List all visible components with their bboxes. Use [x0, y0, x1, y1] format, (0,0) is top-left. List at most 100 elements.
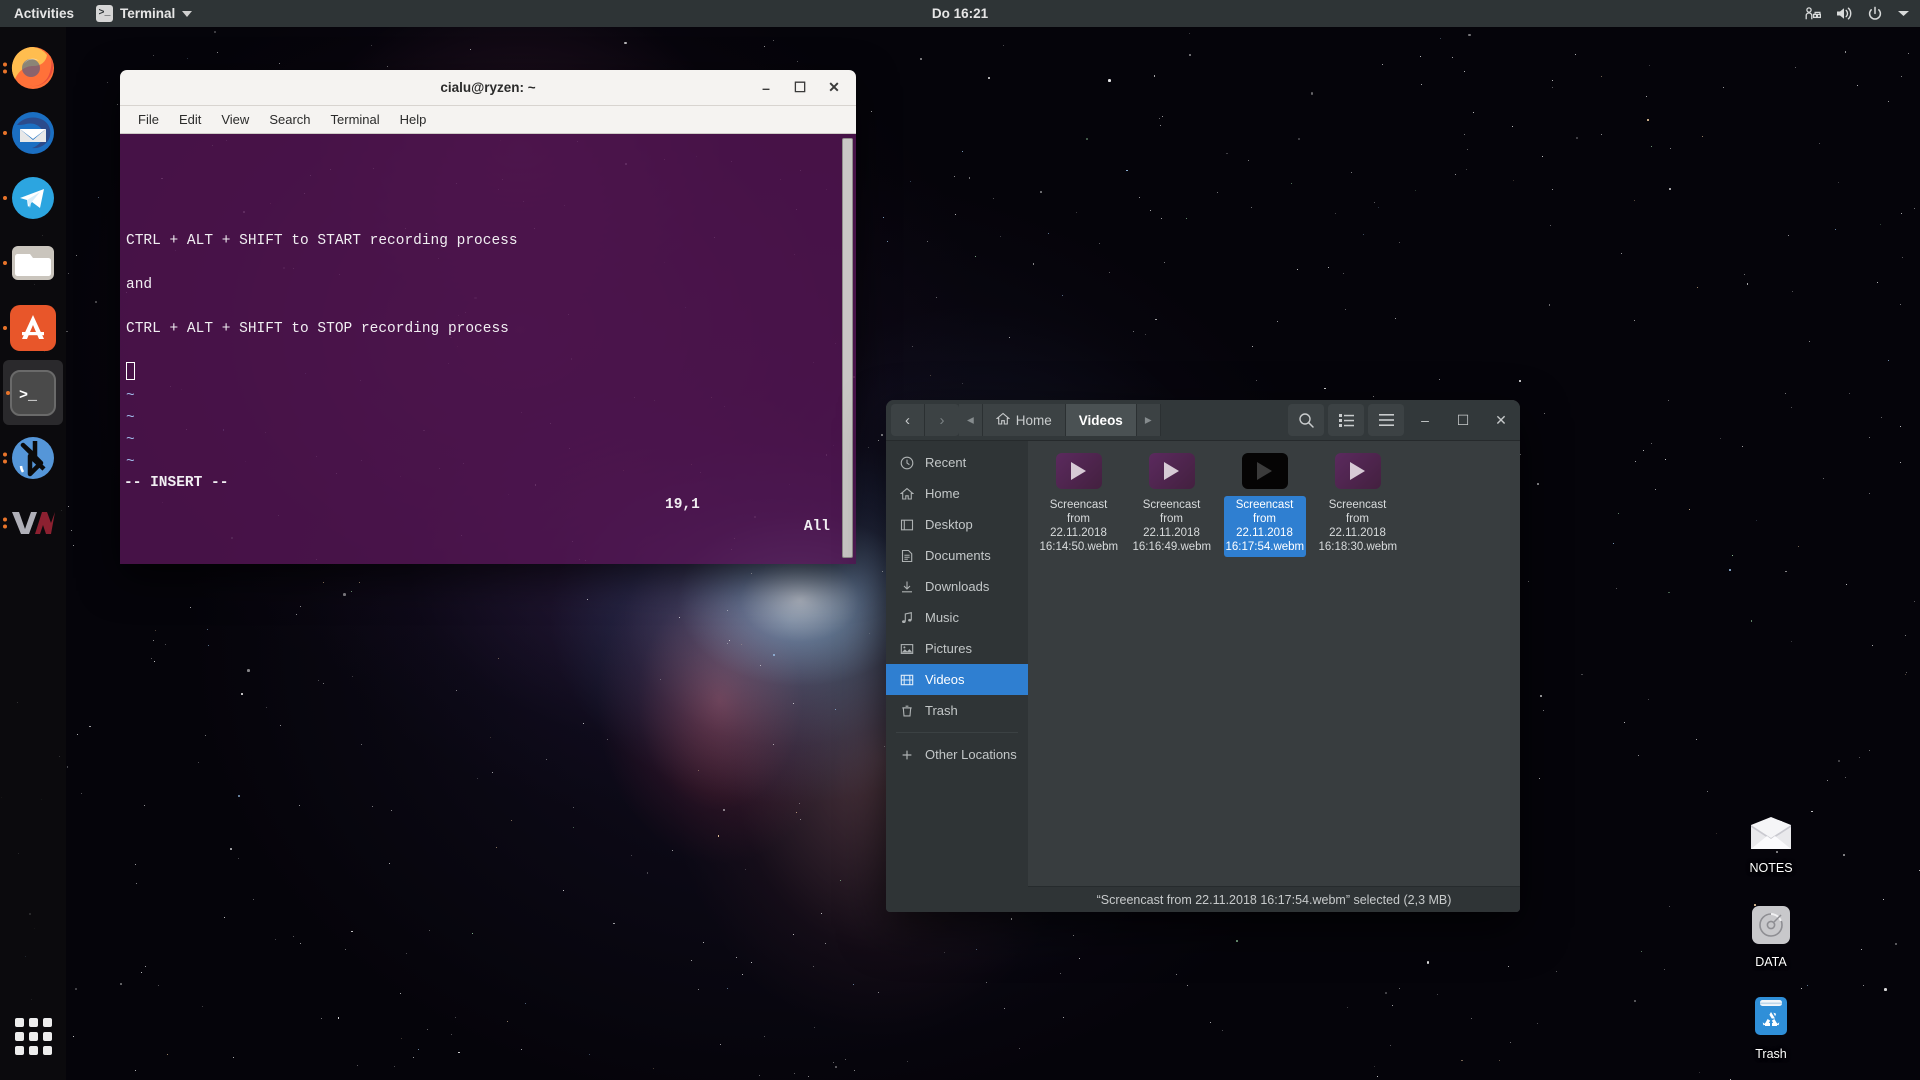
chevron-down-icon: [182, 10, 193, 17]
desktop-icon-data[interactable]: DATA: [1723, 905, 1819, 969]
terminal-maximize-button[interactable]: ☐: [784, 74, 816, 102]
menu-item-file[interactable]: File: [128, 109, 169, 130]
terminal-scrollbar[interactable]: [842, 138, 853, 558]
navigation-buttons: ‹ ›: [891, 404, 959, 436]
menu-item-edit[interactable]: Edit: [169, 109, 211, 130]
desktop-icon-label: NOTES: [1749, 861, 1793, 875]
volume-icon[interactable]: [1835, 6, 1853, 21]
desktop-icon-notes[interactable]: NOTES: [1723, 815, 1819, 875]
back-button[interactable]: ‹: [891, 404, 925, 436]
status-bar: “Screencast from 22.11.2018 16:17:54.web…: [1028, 886, 1520, 912]
breadcrumb-scroll-right[interactable]: ▸: [1136, 404, 1161, 436]
running-indicator-thunderbird: [3, 130, 7, 135]
document-icon: [899, 548, 915, 564]
text-cursor: [126, 362, 135, 380]
files-folder-icon: [10, 240, 56, 286]
file-manager-window[interactable]: ‹ › ◂ Home Videos ▸ – ☐ ✕ Recent Home De…: [886, 400, 1520, 912]
sidebar-label: Recent: [925, 455, 967, 470]
files-close-button[interactable]: ✕: [1482, 400, 1520, 440]
show-applications-button[interactable]: [0, 1006, 66, 1066]
clock-label[interactable]: Do 16:21: [932, 6, 988, 21]
vim-tilde: ~: [126, 432, 135, 448]
sidebar-item-documents[interactable]: Documents: [886, 540, 1028, 571]
file-list-view[interactable]: Screencast from 22.11.2018 16:14:50.webm…: [1028, 441, 1520, 912]
sidebar-item-recent[interactable]: Recent: [886, 447, 1028, 478]
terminal-titlebar[interactable]: cialu@ryzen: ~ – ☐ ✕: [120, 70, 856, 106]
breadcrumb-item-videos[interactable]: Videos: [1065, 404, 1137, 436]
sidebar-item-videos[interactable]: Videos: [886, 664, 1028, 695]
vim-scroll-indicator: All: [803, 519, 830, 535]
icon-grid: Screencast from 22.11.2018 16:14:50.webm…: [1028, 441, 1520, 569]
mail-envelope-icon: [1749, 815, 1793, 856]
dock-item-virtual-machine[interactable]: [0, 490, 66, 555]
file-item-selected[interactable]: Screencast from 22.11.2018 16:17:54.webm: [1218, 453, 1311, 557]
terminal-icon: >_: [10, 369, 56, 416]
dock-item-terminal[interactable]: >_: [3, 360, 63, 425]
search-icon[interactable]: [1288, 404, 1324, 436]
dock-item-thunderbird[interactable]: [0, 100, 66, 165]
places-sidebar: Recent Home Desktop Documents Downloads: [886, 441, 1028, 912]
clock-icon: [899, 455, 915, 471]
desktop-icon-trash[interactable]: Trash: [1723, 995, 1819, 1061]
files-minimize-button[interactable]: –: [1406, 400, 1444, 440]
running-indicator-virtual-machine: [3, 517, 7, 528]
dock-item-files[interactable]: [0, 230, 66, 295]
sidebar-item-music[interactable]: Music: [886, 602, 1028, 633]
sidebar-item-pictures[interactable]: Pictures: [886, 633, 1028, 664]
dock-item-ardour[interactable]: [0, 295, 66, 360]
trash-icon: [899, 703, 915, 719]
file-item[interactable]: Screencast from 22.11.2018 16:14:50.webm: [1032, 453, 1125, 557]
menu-item-search[interactable]: Search: [259, 109, 320, 130]
desktop-icon: [899, 517, 915, 533]
vim-tilde: ~: [126, 388, 135, 404]
file-item[interactable]: Screencast from 22.11.2018 16:16:49.webm: [1125, 453, 1218, 557]
home-icon: [995, 412, 1011, 429]
file-name-label: Screencast from 22.11.2018 16:18:30.webm: [1318, 499, 1398, 553]
video-thumbnail: [1241, 453, 1288, 489]
terminal-minimize-button[interactable]: –: [750, 74, 782, 102]
desktop-icon-label: DATA: [1755, 955, 1787, 969]
play-icon: [1350, 462, 1365, 480]
svg-text:>_: >_: [19, 387, 38, 404]
running-indicator-files: [3, 260, 7, 265]
vim-status-line: -- INSERT -- 19,1 All: [120, 450, 856, 560]
file-item[interactable]: Screencast from 22.11.2018 16:18:30.webm: [1311, 453, 1404, 557]
sidebar-label: Desktop: [925, 517, 973, 532]
menu-item-help[interactable]: Help: [390, 109, 437, 130]
play-icon: [1164, 462, 1179, 480]
image-icon: [899, 641, 915, 657]
plus-icon: [899, 747, 915, 763]
terminal-content[interactable]: CTRL + ALT + SHIFT to START recording pr…: [120, 134, 856, 564]
sidebar-item-other-locations[interactable]: Other Locations: [886, 739, 1028, 770]
sidebar-item-home[interactable]: Home: [886, 478, 1028, 509]
terminal-close-button[interactable]: ✕: [818, 74, 850, 102]
menu-item-view[interactable]: View: [211, 109, 259, 130]
terminal-window[interactable]: cialu@ryzen: ~ – ☐ ✕ File Edit View Sear…: [120, 70, 856, 564]
breadcrumb-item-home[interactable]: Home: [982, 404, 1066, 436]
terminal-line-and: and: [126, 277, 153, 293]
dock-item-firefox[interactable]: [0, 35, 66, 100]
chevron-down-icon[interactable]: [1897, 9, 1910, 18]
home-icon: [899, 486, 915, 502]
dock-item-telegram[interactable]: [0, 165, 66, 230]
accessibility-network-icon[interactable]: [1804, 6, 1821, 21]
gnome-top-bar: Activities >_ Terminal Do 16:21: [0, 0, 1920, 27]
files-maximize-button[interactable]: ☐: [1444, 400, 1482, 440]
app-grid-icon: [14, 1017, 52, 1055]
power-icon[interactable]: [1867, 6, 1883, 22]
sidebar-label: Trash: [925, 703, 958, 718]
hamburger-menu-icon[interactable]: [1368, 404, 1404, 436]
forward-button[interactable]: ›: [925, 404, 959, 436]
dock-item-bluetooth-app[interactable]: [0, 425, 66, 490]
view-list-icon[interactable]: [1328, 404, 1364, 436]
app-menu-terminal[interactable]: >_ Terminal: [86, 0, 202, 27]
breadcrumb-scroll-left[interactable]: ◂: [959, 404, 983, 436]
sidebar-item-trash[interactable]: Trash: [886, 695, 1028, 726]
sidebar-item-desktop[interactable]: Desktop: [886, 509, 1028, 540]
terminal-line-start-hint: CTRL + ALT + SHIFT to START recording pr…: [126, 233, 518, 249]
activities-button[interactable]: Activities: [0, 0, 86, 27]
menu-item-terminal[interactable]: Terminal: [321, 109, 390, 130]
sidebar-item-downloads[interactable]: Downloads: [886, 571, 1028, 602]
